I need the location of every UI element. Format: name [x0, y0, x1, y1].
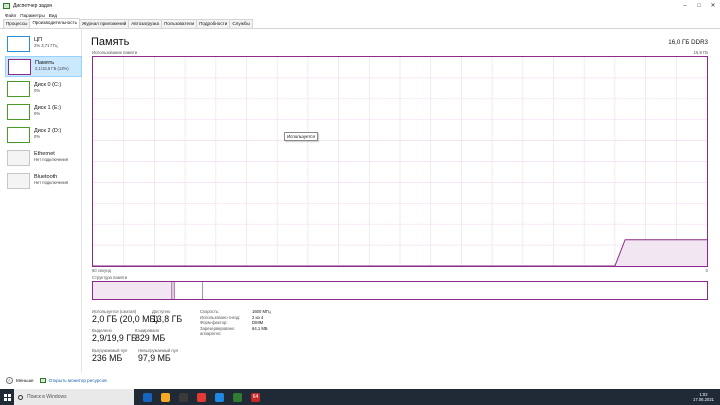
taskbar-search[interactable]: Поиск в Windows: [14, 389, 134, 405]
taskbar-app-icon[interactable]: [179, 392, 188, 402]
stat-value: 13,8 ГБ: [152, 314, 183, 324]
tab-startup[interactable]: Автозагрузка: [128, 19, 163, 28]
page-title: Память: [91, 36, 130, 48]
stat-value: 2,0 ГБ (20,0 МБ): [92, 314, 159, 324]
stat-nonpaged-pool: Невыгружаемый пул 97,9 МБ: [138, 348, 178, 363]
tab-details[interactable]: Подробности: [196, 19, 231, 28]
sidebar-item-disk-0[interactable]: Диск 0 (C:) 0%: [5, 79, 82, 100]
disk-thumbnail-graph: [7, 127, 30, 143]
ethernet-thumbnail-graph: [7, 150, 30, 166]
cpu-thumbnail-graph: [7, 36, 30, 52]
sidebar-item-value: 0%: [34, 88, 41, 93]
window-controls: – □ ✕: [678, 0, 720, 11]
spec-reserved: Зарезервировано аппаратно: 64,1 МБ: [200, 326, 271, 337]
start-button[interactable]: [0, 389, 14, 405]
x-axis-end-label: 0: [705, 268, 708, 273]
sidebar-item-bluetooth[interactable]: Bluetooth Нет подключения: [5, 171, 82, 192]
windows-logo-icon: [3, 393, 11, 401]
memory-composition-bar[interactable]: [92, 281, 708, 300]
stat-committed: Выделено 2,9/19,9 ГБ: [92, 328, 137, 343]
sidebar-item-value: 2,1/15,9 ГБ (13%): [35, 66, 69, 71]
spec-value: 64,1 МБ: [252, 325, 268, 331]
tab-processes[interactable]: Процессы: [3, 19, 31, 28]
composition-in-use: [93, 282, 172, 299]
sidebar-item-value: Нет подключения: [34, 180, 69, 185]
sidebar-item-value: 0%: [34, 134, 41, 139]
menu-file[interactable]: Файл: [5, 13, 16, 18]
taskbar-app-icon[interactable]: 64: [251, 392, 260, 402]
search-placeholder: Поиск в Windows: [27, 394, 67, 400]
menu-bar: Файл Параметры Вид: [0, 11, 720, 19]
usage-graph-label: Использование памяти: [92, 50, 138, 55]
fewer-details-link[interactable]: Меньше: [16, 378, 34, 383]
chevron-up-icon[interactable]: ˄: [6, 376, 13, 384]
tab-strip: Процессы Производительность Журнал прило…: [0, 18, 720, 29]
taskbar-app-icon[interactable]: [233, 392, 242, 402]
sidebar-item-disk-1[interactable]: Диск 1 (E:) 0%: [5, 102, 82, 123]
stat-value: 2,9/19,9 ГБ: [92, 333, 137, 343]
x-axis-start-label: 60 секунд: [92, 268, 111, 273]
sidebar-item-disk-2[interactable]: Диск 2 (D:) 0%: [5, 125, 82, 146]
sidebar-item-value: 2% 3,71 ГГц: [34, 43, 58, 48]
stat-value: 97,9 МБ: [138, 353, 171, 363]
minimize-button[interactable]: –: [678, 0, 692, 11]
menu-view[interactable]: Вид: [49, 13, 57, 18]
maximize-button[interactable]: □: [692, 0, 706, 11]
sidebar-item-value: 0%: [34, 111, 41, 116]
footer: ˄ Меньше Открыть монитор ресурсов: [0, 373, 720, 387]
task-manager-icon: [3, 2, 10, 9]
composition-standby: [175, 282, 203, 299]
graph-tooltip: Используется: [284, 132, 318, 141]
stat-in-use: Используется (сжатая) 2,0 ГБ (20,0 МБ): [92, 309, 158, 324]
system-tray: 1:02 17.06.2021: [687, 389, 714, 405]
window-title: Диспетчер задач: [13, 2, 53, 9]
memory-thumbnail-graph: [8, 59, 31, 75]
memory-spec: 16,0 ГБ DDR3: [668, 39, 708, 46]
taskbar-app-icon[interactable]: [161, 392, 170, 402]
disk-thumbnail-graph: [7, 81, 30, 97]
title-bar: Диспетчер задач – □ ✕: [0, 0, 720, 11]
tab-performance[interactable]: Производительность: [29, 18, 81, 28]
structure-label: Структура памяти: [92, 275, 128, 280]
taskbar-badge: 64: [252, 394, 259, 400]
resource-monitor-icon: [39, 377, 46, 383]
taskbar-app-icon[interactable]: [143, 392, 152, 402]
memory-usage-chart: [93, 57, 707, 266]
usage-graph-max: 15,9 ГБ: [693, 50, 708, 55]
sidebar-item-ethernet[interactable]: Ethernet Нет подключения: [5, 148, 82, 169]
search-icon: [18, 394, 23, 400]
open-resource-monitor-link[interactable]: Открыть монитор ресурсов: [49, 378, 107, 383]
tab-services[interactable]: Службы: [229, 19, 253, 28]
tab-users[interactable]: Пользователи: [161, 19, 198, 28]
tab-app-history[interactable]: Журнал приложений: [79, 19, 130, 28]
sidebar-item-value: Нет подключения: [34, 157, 69, 162]
composition-free: [203, 282, 707, 299]
stat-cached: Кэшировано 829 МБ: [135, 328, 165, 343]
menu-options[interactable]: Параметры: [20, 13, 45, 18]
taskbar-apps: 64: [134, 392, 260, 402]
stat-available: Доступно 13,8 ГБ: [152, 309, 182, 324]
stat-paged-pool: Выгружаемый пул 236 МБ: [92, 348, 127, 363]
clock-date: 17.06.2021: [693, 397, 714, 402]
taskbar: Поиск в Windows 64 1:02 17.06.2021: [0, 389, 720, 405]
taskbar-app-icon[interactable]: [197, 392, 206, 402]
stat-value: 236 МБ: [92, 353, 123, 363]
taskbar-clock[interactable]: 1:02 17.06.2021: [693, 392, 714, 402]
disk-thumbnail-graph: [7, 104, 30, 120]
sidebar-item-memory[interactable]: Память 2,1/15,9 ГБ (13%): [5, 56, 82, 77]
memory-usage-graph: [92, 56, 708, 267]
stat-value: 829 МБ: [135, 333, 166, 343]
taskbar-app-icon[interactable]: [215, 392, 224, 402]
close-button[interactable]: ✕: [706, 0, 720, 11]
memory-specs: Скорость: 1600 МГц Использовано гнезд: 2…: [200, 309, 271, 337]
bluetooth-thumbnail-graph: [7, 173, 30, 189]
spec-key: Зарезервировано аппаратно:: [200, 325, 235, 337]
sidebar-item-cpu[interactable]: ЦП 2% 3,71 ГГц: [5, 34, 82, 55]
performance-sidebar: ЦП 2% 3,71 ГГц Память 2,1/15,9 ГБ (13%) …: [0, 30, 82, 373]
